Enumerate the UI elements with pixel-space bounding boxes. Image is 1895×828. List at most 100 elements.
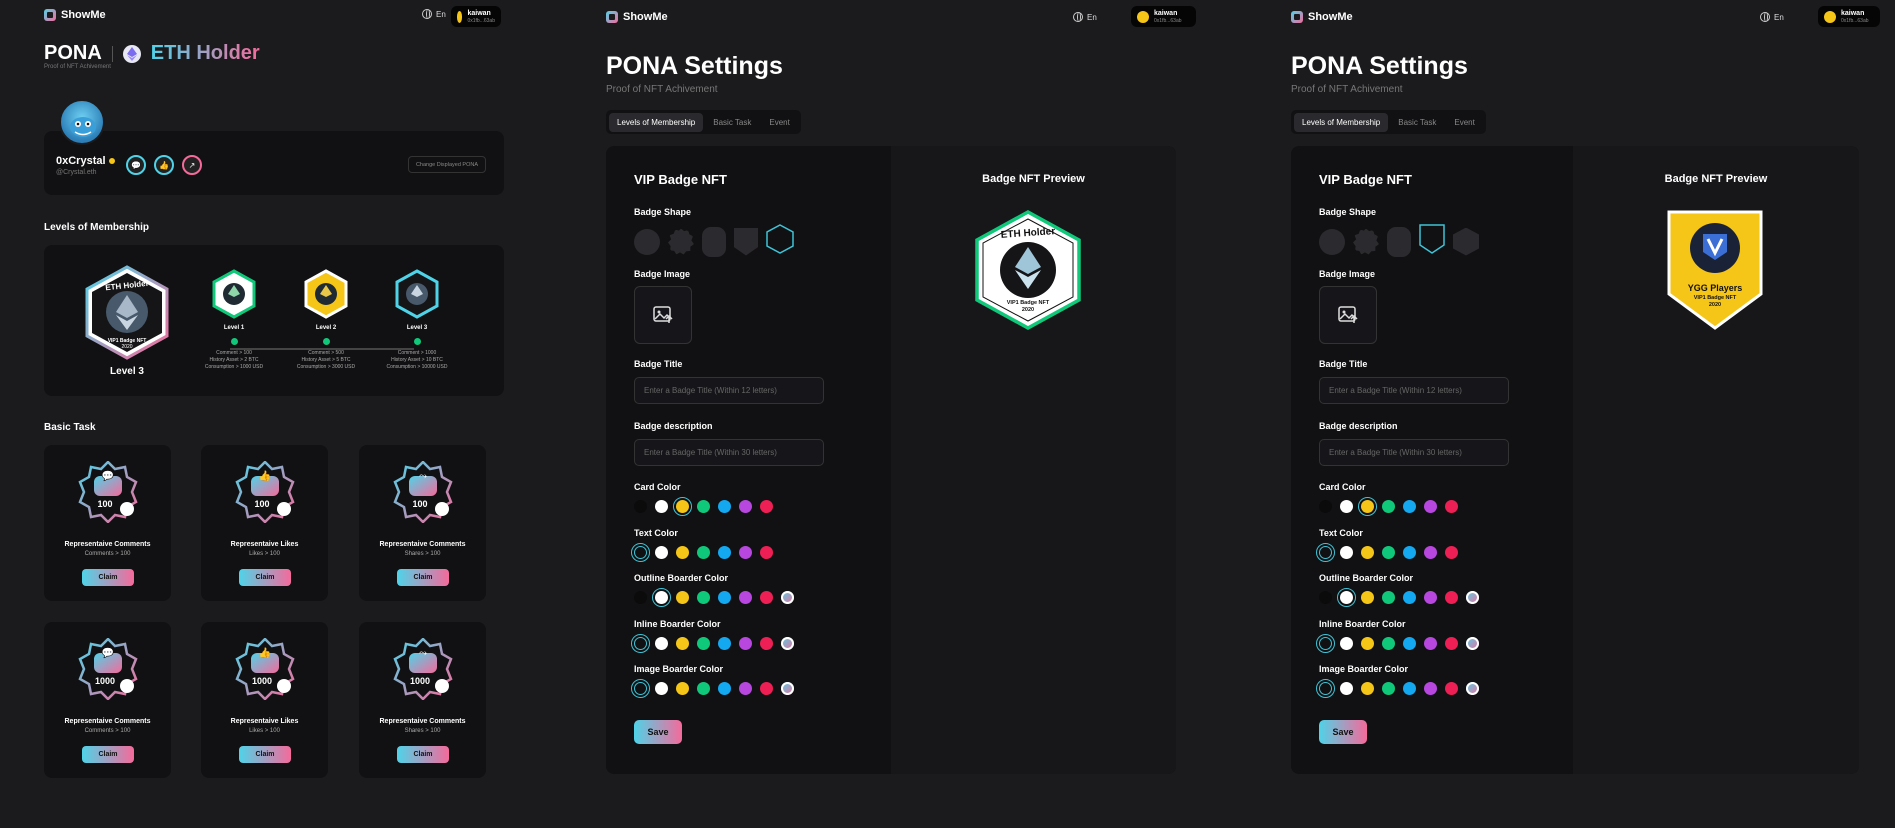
swatch[interactable]	[718, 637, 731, 650]
swatch[interactable]	[1403, 546, 1416, 559]
tab-event[interactable]: Event	[1446, 113, 1482, 132]
badge-title-input[interactable]: Enter a Badge Title (Within 12 letters)	[1319, 377, 1509, 404]
swatch[interactable]	[697, 682, 710, 695]
swatch[interactable]	[697, 500, 710, 513]
swatch[interactable]	[1319, 500, 1332, 513]
swatch[interactable]	[1445, 500, 1458, 513]
swatch[interactable]	[739, 546, 752, 559]
swatch[interactable]	[739, 637, 752, 650]
change-displayed-button[interactable]: Change Displayed PONA	[407, 156, 486, 173]
badge-description-input[interactable]: Enter a Badge Title (Within 30 letters)	[634, 439, 824, 466]
gradient-swatch[interactable]	[781, 682, 794, 695]
swatch[interactable]	[655, 500, 668, 513]
swatch[interactable]	[1382, 546, 1395, 559]
swatch[interactable]	[1382, 682, 1395, 695]
swatch[interactable]	[631, 543, 650, 562]
swatch[interactable]	[655, 637, 668, 650]
swatch[interactable]	[760, 500, 773, 513]
swatch[interactable]	[1445, 546, 1458, 559]
shape-option[interactable]	[1353, 228, 1379, 255]
save-button[interactable]: Save	[1319, 720, 1367, 744]
shape-option-selected[interactable]	[766, 224, 794, 259]
language-switch[interactable]: En	[422, 9, 446, 19]
tab-basic-task[interactable]: Basic Task	[705, 113, 759, 132]
shape-option[interactable]	[668, 228, 694, 255]
swatch[interactable]	[634, 591, 647, 604]
swatch[interactable]	[739, 591, 752, 604]
swatch[interactable]	[655, 546, 668, 559]
claim-button[interactable]: Claim	[82, 569, 134, 586]
swatch[interactable]	[1340, 546, 1353, 559]
level-1[interactable]: Level 1 Comment > 100 History Asset > 2 B…	[189, 269, 279, 371]
language-switch[interactable]: En	[1760, 12, 1784, 22]
claim-button[interactable]: Claim	[397, 569, 449, 586]
gradient-swatch[interactable]	[1466, 637, 1479, 650]
swatch[interactable]	[1361, 682, 1374, 695]
claim-button[interactable]: Claim	[82, 746, 134, 763]
wallet-button[interactable]: kaiwan 0x1fb...63ab	[1818, 6, 1880, 27]
swatch[interactable]	[718, 546, 731, 559]
swatch[interactable]	[718, 682, 731, 695]
swatch[interactable]	[1361, 591, 1374, 604]
swatch[interactable]	[1382, 500, 1395, 513]
swatch[interactable]	[1424, 682, 1437, 695]
swatch[interactable]	[1445, 637, 1458, 650]
language-switch[interactable]: En	[1073, 12, 1097, 22]
swatch[interactable]	[739, 682, 752, 695]
swatch[interactable]	[1340, 682, 1353, 695]
shape-option-selected[interactable]	[1419, 224, 1445, 259]
swatch[interactable]	[1424, 637, 1437, 650]
gradient-swatch[interactable]	[781, 591, 794, 604]
image-upload[interactable]	[1319, 286, 1377, 344]
swatch[interactable]	[1424, 546, 1437, 559]
swatch[interactable]	[631, 679, 650, 698]
swatch[interactable]	[631, 634, 650, 653]
level-2[interactable]: Level 2 Comment > 500 History Asset > 5 B…	[281, 269, 371, 371]
swatch[interactable]	[652, 588, 671, 607]
swatch[interactable]	[1403, 591, 1416, 604]
shape-option[interactable]	[1319, 228, 1345, 255]
tab-basic-task[interactable]: Basic Task	[1390, 113, 1444, 132]
swatch[interactable]	[673, 497, 692, 516]
claim-button[interactable]: Claim	[239, 746, 291, 763]
swatch[interactable]	[760, 637, 773, 650]
claim-button[interactable]: Claim	[239, 569, 291, 586]
swatch[interactable]	[1340, 500, 1353, 513]
swatch[interactable]	[1382, 637, 1395, 650]
swatch[interactable]	[1403, 682, 1416, 695]
gradient-swatch[interactable]	[1466, 682, 1479, 695]
swatch[interactable]	[676, 637, 689, 650]
swatch[interactable]	[1424, 591, 1437, 604]
shape-option[interactable]	[702, 226, 726, 257]
swatch[interactable]	[718, 500, 731, 513]
swatch[interactable]	[1361, 546, 1374, 559]
swatch[interactable]	[1424, 500, 1437, 513]
logo[interactable]: ShowMe	[606, 11, 668, 23]
swatch[interactable]	[634, 500, 647, 513]
swatch[interactable]	[1445, 682, 1458, 695]
badge-description-input[interactable]: Enter a Badge Title (Within 30 letters)	[1319, 439, 1509, 466]
comment-badge-icon[interactable]: 💬	[126, 155, 146, 175]
level-3[interactable]: Level 3 Comment > 1000 History Asset > 10…	[372, 269, 462, 371]
shape-option[interactable]	[634, 228, 660, 255]
swatch[interactable]	[718, 591, 731, 604]
swatch[interactable]	[1316, 543, 1335, 562]
tab-levels[interactable]: Levels of Membership	[1294, 112, 1389, 132]
swatch[interactable]	[1316, 679, 1335, 698]
like-badge-icon[interactable]: 👍	[154, 155, 174, 175]
swatch[interactable]	[1340, 637, 1353, 650]
swatch[interactable]	[1319, 591, 1332, 604]
swatch[interactable]	[1403, 637, 1416, 650]
save-button[interactable]: Save	[634, 720, 682, 744]
swatch[interactable]	[697, 591, 710, 604]
swatch[interactable]	[697, 546, 710, 559]
swatch[interactable]	[1358, 497, 1377, 516]
swatch[interactable]	[676, 682, 689, 695]
image-upload[interactable]	[634, 286, 692, 344]
logo[interactable]: ShowMe	[1291, 11, 1353, 23]
wallet-button[interactable]: kaiwan 0x1fb...63ab	[1131, 6, 1196, 27]
swatch[interactable]	[1316, 634, 1335, 653]
shape-option[interactable]	[1387, 226, 1411, 257]
badge-title-input[interactable]: Enter a Badge Title (Within 12 letters)	[634, 377, 824, 404]
gradient-swatch[interactable]	[1466, 591, 1479, 604]
